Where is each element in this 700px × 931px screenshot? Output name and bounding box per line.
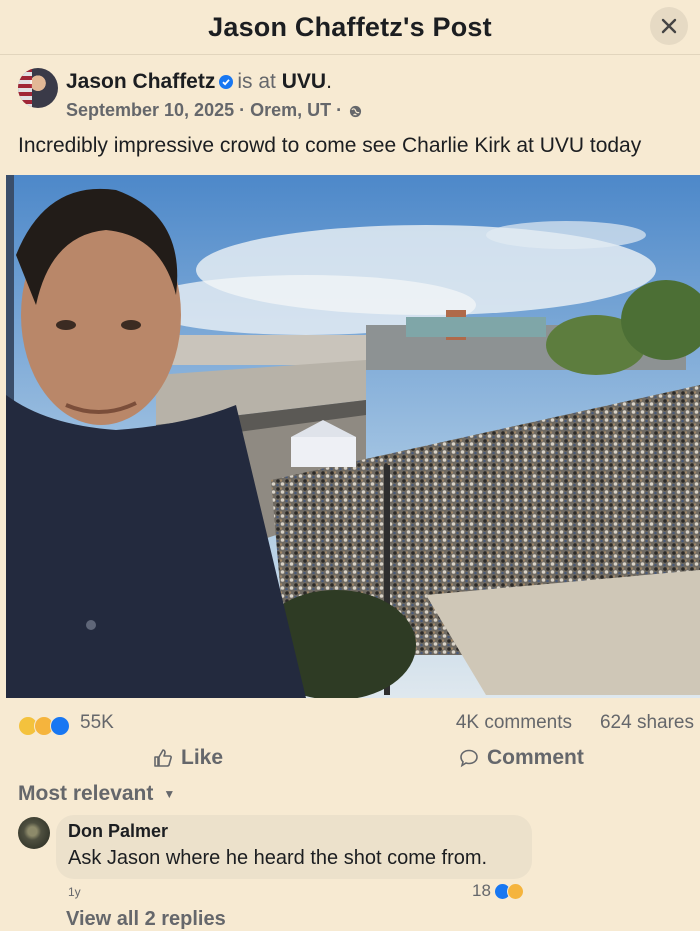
comment-reaction-count: 18	[472, 881, 491, 900]
like-button[interactable]: Like	[153, 746, 223, 770]
close-button[interactable]	[650, 7, 688, 45]
sort-label: Most relevant	[18, 782, 154, 805]
checkin-place[interactable]: UVU	[282, 70, 326, 93]
post-text: Incredibly impressive crowd to come see …	[18, 134, 642, 157]
comment-bubble-icon	[460, 749, 478, 768]
haha-icon	[506, 882, 524, 900]
comment-button[interactable]: Comment	[459, 746, 584, 770]
post-modal-header: Jason Chaffetz's Post	[0, 0, 700, 55]
commenter-avatar[interactable]	[18, 817, 50, 849]
verified-badge-icon	[219, 75, 234, 90]
close-icon	[661, 18, 677, 34]
modal-title: Jason Chaffetz's Post	[208, 11, 492, 42]
globe-icon[interactable]	[349, 105, 362, 118]
like-icon	[50, 716, 70, 736]
thumbs-up-icon	[154, 749, 172, 767]
reaction-count[interactable]: 55K	[80, 712, 114, 734]
comment-time[interactable]: 1y	[68, 885, 81, 899]
meta-separator-2: ·	[331, 100, 343, 120]
post-stats: 55K 4K comments 624 shares	[18, 710, 694, 738]
comment-bubble: Don Palmer Ask Jason where he heard the …	[56, 815, 532, 879]
author-avatar[interactable]	[18, 68, 58, 108]
comment-count[interactable]: 4K comments	[456, 712, 572, 734]
comment-reactions[interactable]: 18	[472, 881, 524, 901]
post-meta: September 10, 2025 · Orem, UT ·	[66, 100, 362, 121]
author-line: Jason Chaffetz is at UVU.	[66, 70, 332, 94]
comment-sort-dropdown[interactable]: Most relevant ▼	[18, 782, 175, 806]
like-label: Like	[181, 746, 224, 769]
reaction-icons[interactable]	[18, 716, 70, 736]
post-location[interactable]: Orem, UT	[250, 100, 331, 120]
post-header: Jason Chaffetz is at UVU. September 10, 2…	[18, 66, 678, 124]
author-name[interactable]: Jason Chaffetz	[66, 70, 215, 93]
is-at-text: is at	[237, 70, 276, 93]
post-photo[interactable]	[6, 175, 700, 698]
comment-label: Comment	[487, 746, 584, 769]
meta-separator: ·	[234, 100, 251, 120]
checkin-period: .	[326, 70, 332, 93]
comment-text: Ask Jason where he heard the shot come f…	[68, 847, 488, 869]
post-date[interactable]: September 10, 2025	[66, 100, 234, 120]
share-count[interactable]: 624 shares	[600, 712, 694, 734]
commenter-name[interactable]: Don Palmer	[68, 821, 168, 842]
caret-down-icon: ▼	[163, 787, 176, 801]
post-actions: Like Comment	[0, 744, 700, 776]
